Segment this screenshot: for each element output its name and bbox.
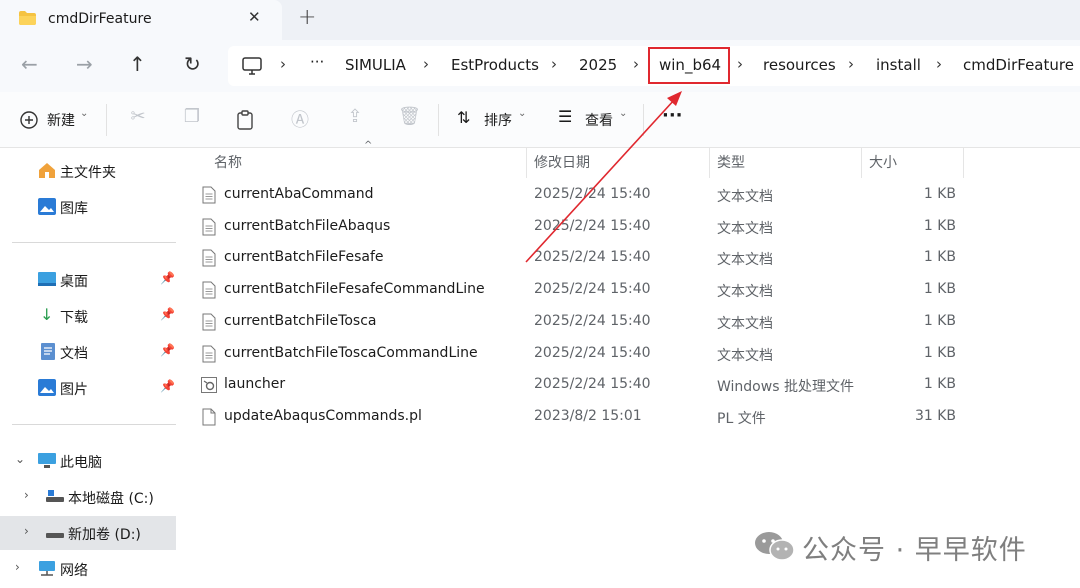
watermark-text: 公众号 · 早早软件	[802, 535, 1027, 566]
wechat-logo-icon	[755, 532, 795, 561]
annotation-arrow	[525, 91, 682, 263]
